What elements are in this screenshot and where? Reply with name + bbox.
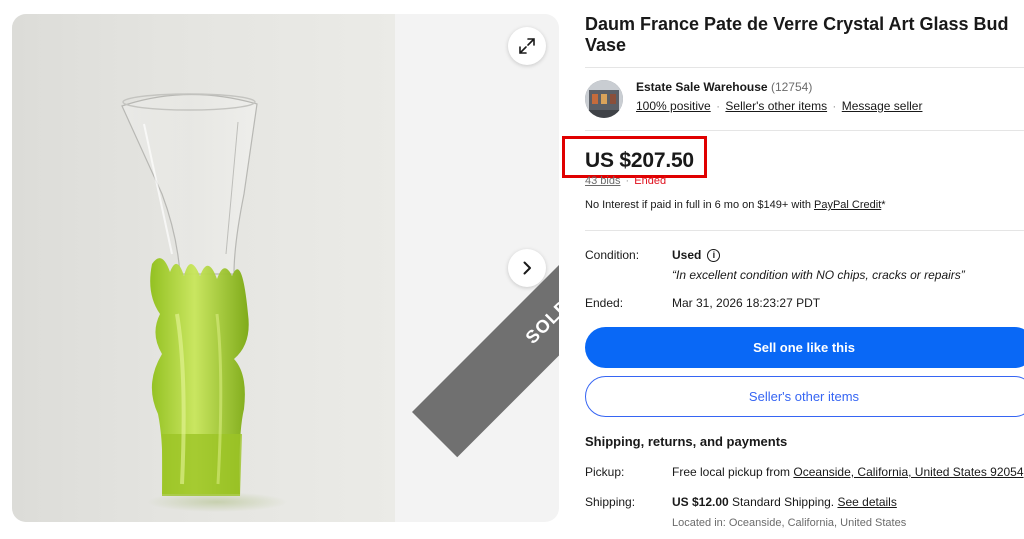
image-gallery: SOLD [12, 14, 559, 522]
shipping-label: Shipping: [585, 495, 636, 509]
shipping-price: US $12.00 [672, 495, 729, 509]
separator-dot: · [832, 99, 837, 113]
seller-name-text[interactable]: Estate Sale Warehouse [636, 80, 768, 94]
seller-feedback-count: (12754) [770, 80, 813, 94]
item-title: Daum France Pate de Verre Crystal Art Gl… [585, 14, 1009, 55]
bids-link[interactable]: 43 bids [585, 175, 620, 187]
seller-card: Estate Sale Warehouse (12754) 100% posit… [585, 80, 1024, 132]
paypal-credit-link[interactable]: PayPal Credit [814, 199, 881, 211]
shipping-value: US $12.00 Standard Shipping. See details [672, 495, 897, 509]
seller-links: 100% positive · Seller's other items · M… [636, 99, 922, 113]
sell-one-like-this-button[interactable]: Sell one like this [585, 327, 1024, 368]
financing-suffix: * [881, 199, 886, 211]
condition-value: Used i [672, 248, 721, 262]
info-icon[interactable]: i [707, 248, 721, 262]
shipping-heading: Shipping, returns, and payments [585, 434, 788, 449]
sold-ribbon: SOLD [412, 185, 559, 458]
shipping-method: Standard Shipping. [728, 495, 838, 509]
ended-date: Mar 31, 2026 18:23:27 PDT [672, 296, 821, 310]
pickup-label: Pickup: [585, 465, 625, 479]
sellers-other-items-button[interactable]: Seller's other items [585, 376, 1024, 417]
item-info-panel: Daum France Pate de Verre Crystal Art Gl… [562, 14, 1024, 529]
separator-dot: · [625, 175, 630, 187]
separator-dot: · [716, 99, 721, 113]
storefront-icon [585, 80, 623, 118]
message-seller-link[interactable]: Message seller [842, 99, 923, 113]
sellers-other-items-link[interactable]: Seller's other items [725, 99, 827, 113]
item-location: Located in: Oceanside, California, Unite… [672, 517, 907, 529]
sold-ribbon-wrapper: SOLD [12, 14, 559, 522]
divider [585, 130, 1024, 131]
item-price: US $207.50 [585, 149, 694, 172]
divider [585, 230, 1024, 231]
ended-label: Ended: [585, 296, 624, 310]
pickup-location-link[interactable]: Oceanside, California, United States 920… [793, 465, 1023, 479]
seller-name[interactable]: Estate Sale Warehouse (12754) [636, 80, 812, 94]
pickup-prefix: Free local pickup from [672, 465, 794, 479]
sold-label: SOLD [521, 294, 559, 348]
ended-status: Ended [634, 175, 667, 187]
financing-note: No Interest if paid in full in 6 mo on $… [585, 199, 886, 211]
see-details-link[interactable]: See details [837, 495, 896, 509]
financing-text: No Interest if paid in full in 6 mo on $… [585, 199, 814, 211]
positive-feedback-link[interactable]: 100% positive [636, 99, 711, 113]
pickup-value: Free local pickup from Oceanside, Califo… [672, 465, 1024, 479]
condition-text: Used [672, 248, 702, 262]
divider [585, 67, 1024, 68]
seller-avatar[interactable] [585, 80, 623, 118]
bid-status: 43 bids · Ended [585, 175, 666, 187]
condition-description: “In excellent condition with NO chips, c… [672, 268, 965, 282]
condition-label: Condition: [585, 248, 640, 262]
